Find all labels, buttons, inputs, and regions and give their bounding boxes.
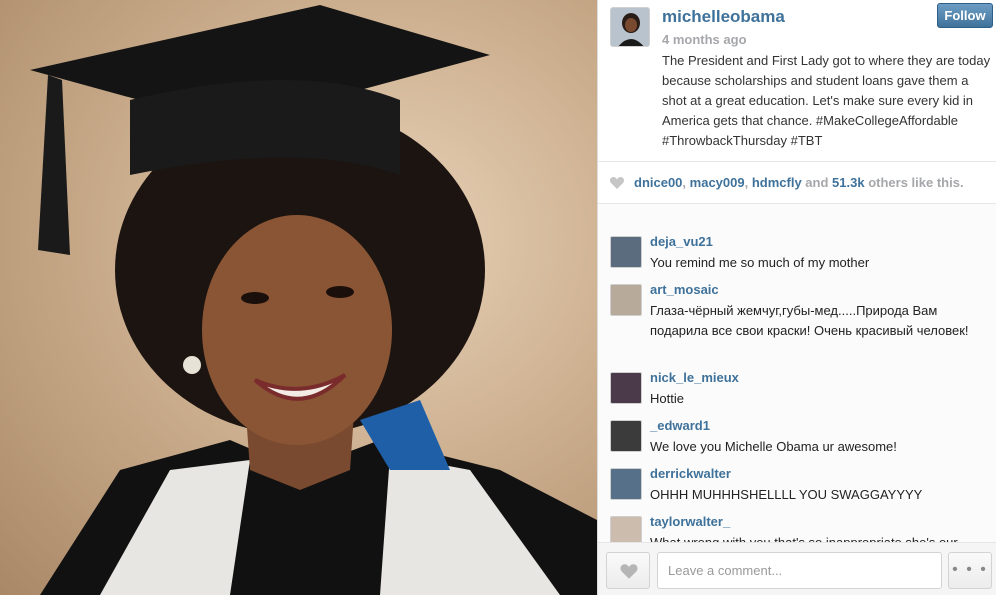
avatar[interactable]: [610, 7, 650, 47]
comment-username[interactable]: derrickwalter: [650, 466, 731, 481]
owner-avatar-image: [611, 8, 649, 46]
comment-username[interactable]: taylorwalter_: [650, 514, 730, 529]
comments-list[interactable]: deja_vu21 You remind me so much of my mo…: [598, 204, 996, 542]
like-button[interactable]: [606, 552, 650, 589]
comment-text: You remind me so much of my mother: [650, 255, 870, 270]
liker-link[interactable]: macy009: [690, 175, 745, 190]
heart-icon: [620, 564, 638, 579]
comment-username[interactable]: _edward1: [650, 418, 710, 433]
heart-icon: [609, 177, 625, 189]
comment-input[interactable]: [657, 552, 942, 589]
comment-username[interactable]: deja_vu21: [650, 234, 713, 249]
comment-text: OHHH MUHHHSHELLLL YOU SWAGGAYYYY: [650, 487, 923, 502]
likes-suffix: others like this.: [864, 175, 964, 190]
comment-text: Hottie: [650, 391, 684, 406]
comment-avatar[interactable]: [610, 420, 642, 452]
comment-avatar[interactable]: [610, 372, 642, 404]
comment-avatar[interactable]: [610, 284, 642, 316]
liker-link[interactable]: hdmcfly: [752, 175, 802, 190]
liker-link[interactable]: dnice00: [634, 175, 682, 190]
likes-and-text: and: [801, 175, 833, 190]
comment-bar: • • •: [598, 542, 996, 595]
comment-username[interactable]: art_mosaic: [650, 282, 719, 297]
post-header: michelleobama 4 months ago The President…: [598, 0, 996, 162]
post-sidebar: michelleobama 4 months ago The President…: [597, 0, 996, 595]
comment-username[interactable]: nick_le_mieux: [650, 370, 739, 385]
comment-avatar[interactable]: [610, 468, 642, 500]
likes-count[interactable]: 51.3k: [832, 175, 865, 190]
post-photo: [0, 0, 597, 595]
graduation-portrait: [30, 5, 597, 595]
comment-text: We love you Michelle Obama ur awesome!: [650, 439, 897, 454]
comment-text: Глаза-чёрный жемчуг,губы-мед.....Природа…: [650, 303, 969, 338]
comment-avatar[interactable]: [610, 236, 642, 268]
comment-text: What wrong with you that's so inappropri…: [650, 533, 980, 542]
ellipsis-icon: • • •: [952, 561, 988, 578]
post-timestamp: 4 months ago: [662, 32, 747, 47]
follow-button[interactable]: Follow: [937, 3, 993, 28]
more-options-button[interactable]: • • •: [948, 552, 992, 589]
post-caption: The President and First Lady got to wher…: [662, 53, 991, 148]
owner-username[interactable]: michelleobama: [662, 7, 785, 27]
comment-avatar[interactable]: [610, 516, 642, 542]
likes-summary: dnice00, macy009, hdmcfly and 51.3k othe…: [598, 162, 996, 204]
